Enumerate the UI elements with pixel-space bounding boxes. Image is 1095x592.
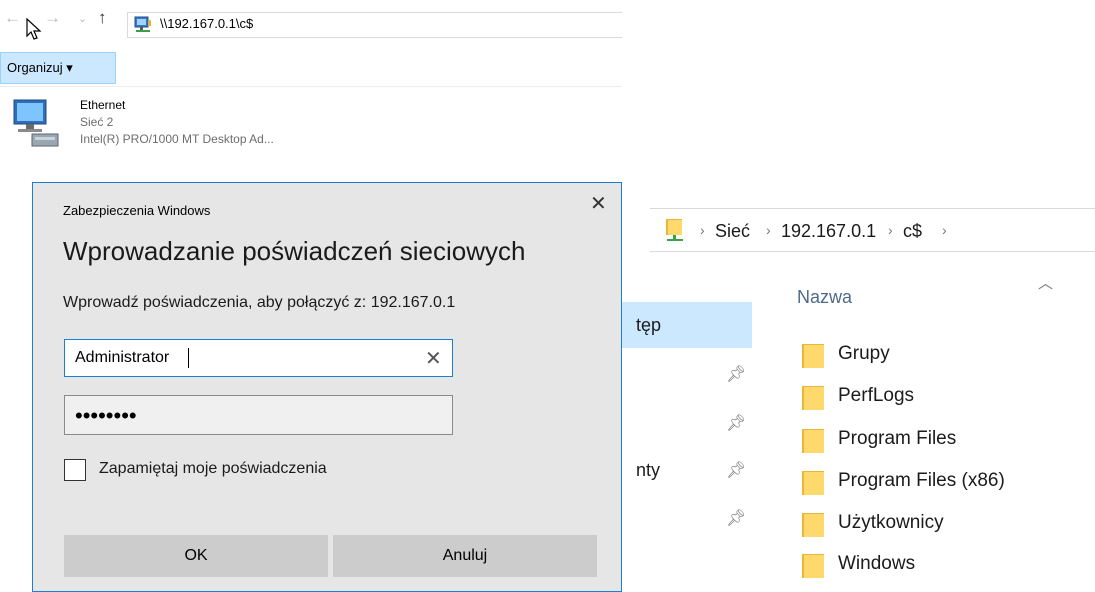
breadcrumb-item[interactable]: 192.167.0.1 xyxy=(781,221,876,242)
network-drive-icon xyxy=(134,16,151,32)
recent-locations-chevron-icon[interactable]: ⌄ xyxy=(78,12,87,25)
chevron-right-icon[interactable]: › xyxy=(942,222,947,238)
network-folder-icon xyxy=(666,219,683,241)
nav-item-label[interactable]: tęp xyxy=(636,315,661,336)
address-field[interactable]: \\192.167.0.1\c$ xyxy=(127,12,623,38)
folder-icon xyxy=(802,429,824,453)
pin-icon[interactable]: 📌︎ xyxy=(726,413,746,433)
folder-icon xyxy=(802,471,824,495)
folder-name: Użytkownicy xyxy=(838,512,944,533)
forward-arrow-icon[interactable]: → xyxy=(44,8,61,28)
up-arrow-icon[interactable]: ↑ xyxy=(98,8,107,28)
folder-icon xyxy=(802,513,824,537)
folder-name: Program Files xyxy=(838,428,957,449)
folder-icon xyxy=(802,554,824,578)
breadcrumb-item[interactable]: Sieć xyxy=(715,221,750,242)
chevron-right-icon[interactable]: › xyxy=(888,222,893,238)
network-adapter-item[interactable]: Ethernet Sieć 2 Intel(R) PRO/1000 MT Des… xyxy=(10,94,610,164)
folder-name: Program Files (x86) xyxy=(838,470,1005,491)
folder-item[interactable]: Windows xyxy=(802,550,1092,578)
column-header-name[interactable]: Nazwa xyxy=(797,287,852,308)
adapter-description: Intel(R) PRO/1000 MT Desktop Ad... xyxy=(80,132,274,146)
dialog-caption: Zabezpieczenia Windows xyxy=(63,203,211,218)
folder-name: Windows xyxy=(838,553,916,574)
ok-button[interactable]: OK xyxy=(64,535,328,577)
folder-item[interactable]: Grupy xyxy=(802,340,1092,368)
folder-item[interactable]: PerfLogs xyxy=(802,382,1092,410)
folder-icon xyxy=(802,344,824,368)
mouse-cursor-icon xyxy=(26,18,42,40)
adapter-name: Ethernet xyxy=(80,98,126,112)
adapter-network: Sieć 2 xyxy=(80,115,114,129)
sort-ascending-icon: ︿ xyxy=(1038,275,1054,292)
remember-checkbox[interactable] xyxy=(64,459,86,481)
dialog-heading: Wprowadzanie poświadczeń sieciowych xyxy=(63,236,526,266)
network-adapter-icon xyxy=(13,99,59,147)
address-bar-row: ← → ⌄ ↑ \\192.167.0.1\c$ xyxy=(0,0,623,44)
folder-item[interactable]: Program Files xyxy=(802,425,1092,453)
credentials-dialog: Zabezpieczenia Windows ✕ Wprowadzanie po… xyxy=(32,182,622,592)
close-icon[interactable]: ✕ xyxy=(590,194,607,214)
breadcrumb-item[interactable]: c$ xyxy=(903,221,922,242)
pin-icon[interactable]: 📌︎ xyxy=(726,508,746,528)
clear-icon[interactable]: ✕ xyxy=(425,346,442,371)
chevron-right-icon[interactable]: › xyxy=(700,222,705,238)
explorer-window-right: › Sieć › 192.167.0.1 › c$ › tęp nty 📌︎ 📌… xyxy=(622,0,1095,592)
username-value: Administrator xyxy=(75,349,170,366)
organize-button[interactable]: Organizuj ▾ xyxy=(0,52,116,84)
pin-icon[interactable]: 📌︎ xyxy=(726,364,746,384)
text-caret xyxy=(188,348,189,368)
folder-name: PerfLogs xyxy=(838,385,915,406)
folder-name: Grupy xyxy=(838,343,890,364)
nav-item-label[interactable]: nty xyxy=(636,460,660,481)
dialog-subtitle: Wprowadź poświadczenia, aby połączyć z: … xyxy=(63,294,456,311)
folder-icon xyxy=(802,386,824,410)
cancel-button[interactable]: Anuluj xyxy=(333,535,597,577)
address-text: \\192.167.0.1\c$ xyxy=(160,16,254,31)
folder-item[interactable]: Użytkownicy xyxy=(802,509,1092,537)
pin-icon[interactable]: 📌︎ xyxy=(726,460,746,480)
back-arrow-icon[interactable]: ← xyxy=(4,8,21,28)
breadcrumb[interactable]: › Sieć › 192.167.0.1 › c$ › xyxy=(650,208,1095,252)
command-bar: Organizuj ▾ xyxy=(0,52,622,87)
password-field[interactable]: •••••••• xyxy=(64,395,453,435)
username-field[interactable]: Administrator ✕ xyxy=(64,339,453,377)
password-value: •••••••• xyxy=(75,403,137,428)
folder-item[interactable]: Program Files (x86) xyxy=(802,467,1092,495)
chevron-right-icon[interactable]: › xyxy=(766,222,771,238)
remember-label[interactable]: Zapamiętaj moje poświadczenia xyxy=(99,460,327,478)
